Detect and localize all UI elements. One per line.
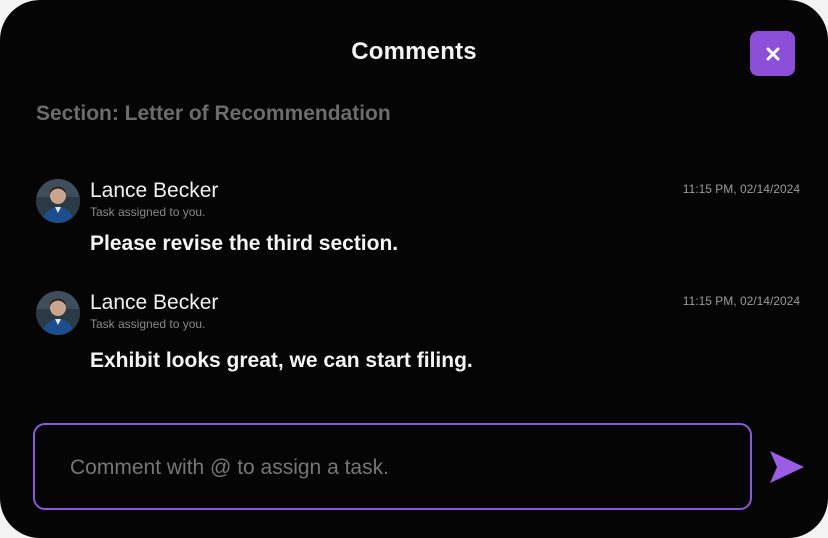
comment-item: Lance Becker Task assigned to you. 11:15… [36,291,800,391]
comment-body: Please revise the third section. [90,232,399,255]
avatar [36,179,80,223]
comment-body: Exhibit looks great, we can start filing… [90,349,473,372]
user-avatar [36,291,80,335]
comment-input[interactable] [68,425,732,510]
comment-timestamp: 11:15 PM, 02/14/2024 [682,182,800,196]
comment-author: Lance Becker [90,179,219,202]
user-avatar [36,179,80,223]
comment-subtext: Task assigned to you. [90,317,206,331]
comment-author: Lance Becker [90,291,219,314]
section-label: Section: Letter of Recommendation [36,102,391,125]
close-button[interactable] [750,31,795,76]
comment-timestamp: 11:15 PM, 02/14/2024 [682,294,800,308]
panel-title: Comments [351,38,477,65]
send-icon [770,451,804,483]
avatar [36,291,80,335]
comment-subtext: Task assigned to you. [90,205,206,219]
comment-item: Lance Becker Task assigned to you. 11:15… [36,179,800,279]
comments-panel: Comments Section: Letter of Recommendati… [0,0,828,538]
close-icon [766,47,779,60]
send-button[interactable] [768,449,806,485]
comment-input-container [33,423,752,510]
